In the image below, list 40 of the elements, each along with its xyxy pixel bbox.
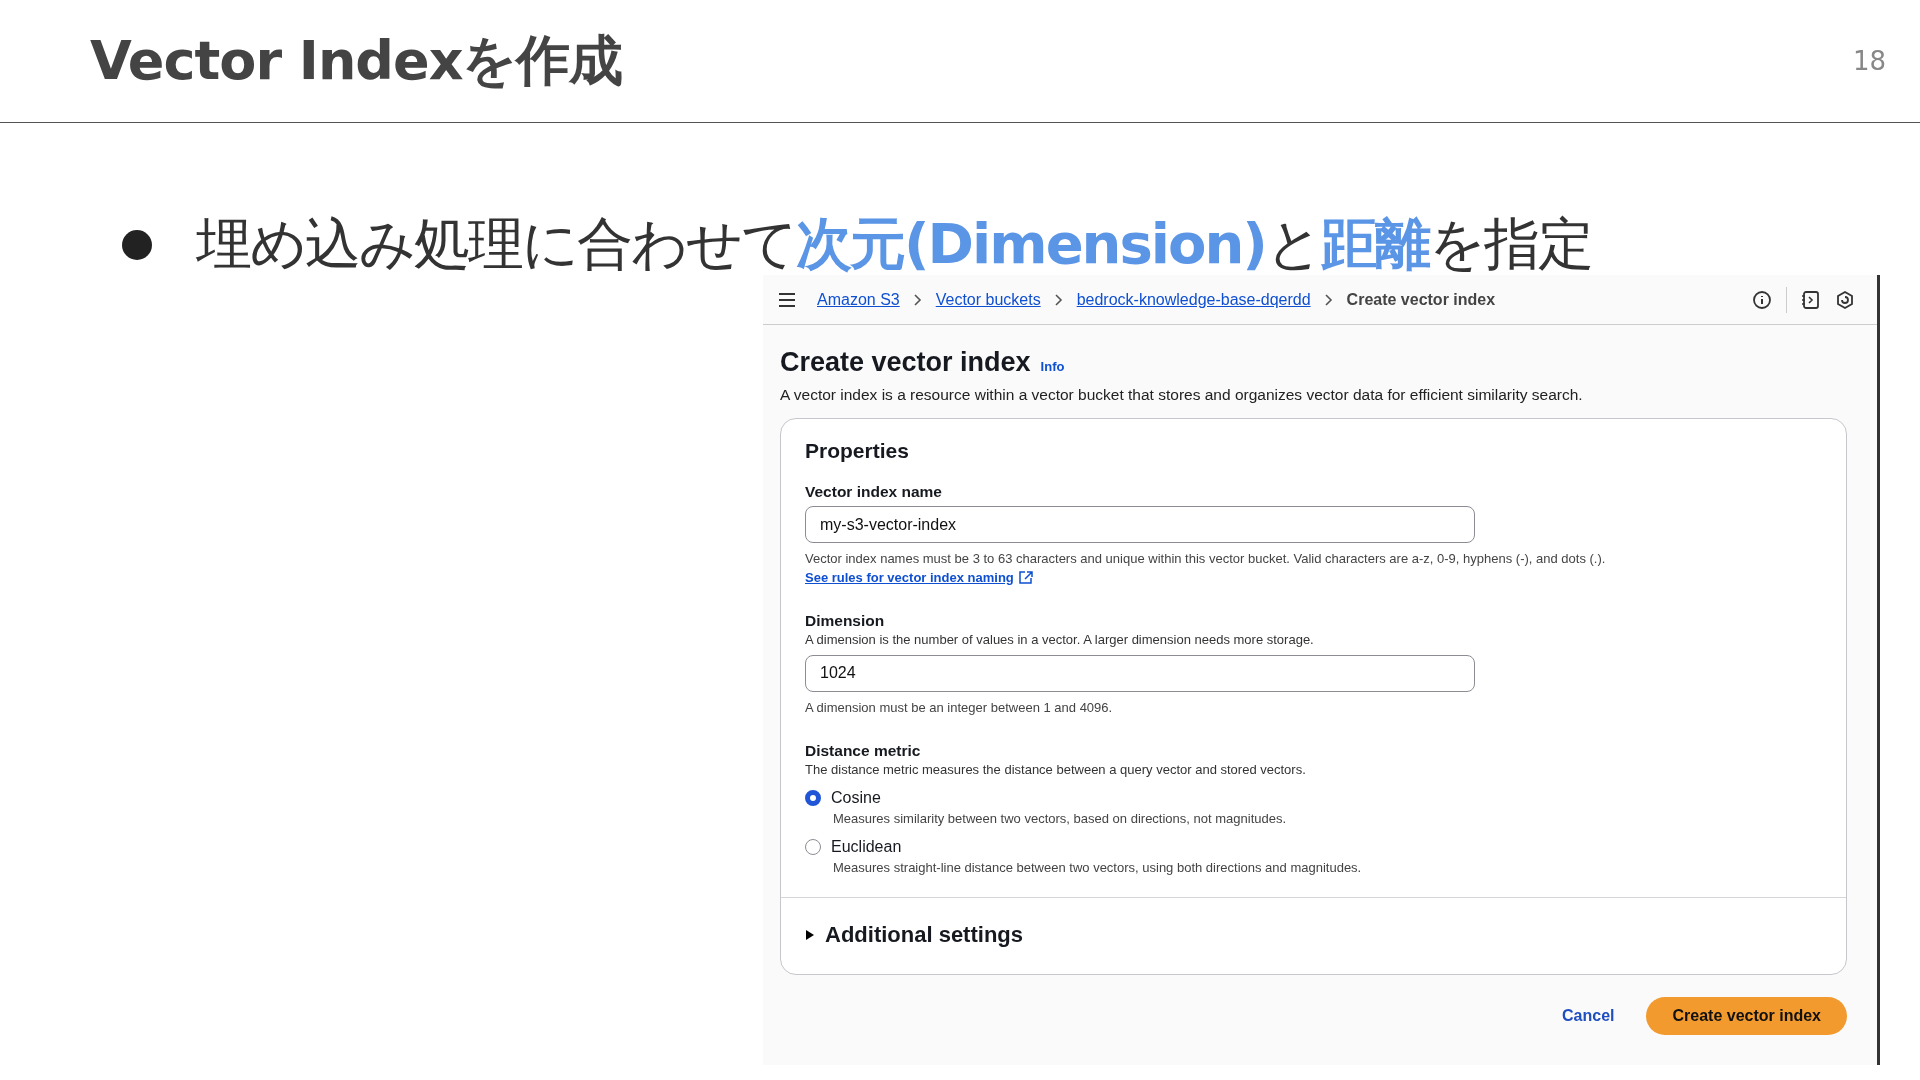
help-text: A dimension must be an integer between 1 and 4096. xyxy=(805,698,1114,717)
breadcrumb-link[interactable]: Vector buckets xyxy=(935,290,1041,309)
field-description: The distance metric measures the distance between a query vector and stored vectors. xyxy=(805,761,1307,777)
card-title: Properties xyxy=(805,439,910,463)
option-description: Measures straight-line distance between two vectors, using both directions and magnitudes. xyxy=(833,859,1363,875)
chevron-icon xyxy=(1324,293,1333,306)
create-button[interactable]: Create vector index xyxy=(1646,996,1847,1035)
radio-label: Cosine xyxy=(831,788,881,807)
page-number: 18 xyxy=(1852,46,1886,76)
field-label: Vector index name xyxy=(805,483,943,501)
breadcrumb-link[interactable]: Amazon S3 xyxy=(817,290,900,309)
input-field[interactable]: 1024 xyxy=(805,654,1475,692)
menu-icon[interactable] xyxy=(779,292,795,307)
hexagon-icon[interactable] xyxy=(1835,289,1855,310)
caret-icon[interactable] xyxy=(805,928,815,941)
option-description: Measures similarity between two vectors, based on directions, not magnitudes. xyxy=(833,810,1288,826)
bullet-icon xyxy=(122,230,152,260)
breadcrumb-current: Create vector index xyxy=(1346,290,1496,309)
info-link[interactable]: Info xyxy=(1040,359,1065,374)
slide-title: Vector Indexを作成 xyxy=(90,27,623,94)
chevron-icon xyxy=(1054,293,1063,306)
field-description: A dimension is the number of values in a vector. A larger dimension needs more storage. xyxy=(805,631,1315,647)
bullet-text: 埋め込み処理に合わせて次元(Dimension)と距離を指定 xyxy=(196,210,1592,278)
page-description: A vector index is a resource within a vector bucket that stores and organizes vector data for efficient similarity search. xyxy=(780,386,1584,404)
field-label: Distance metric xyxy=(805,741,922,760)
radio-button[interactable] xyxy=(805,838,821,855)
input-field[interactable]: my-s3-vector-index xyxy=(805,506,1475,543)
radio-label: Euclidean xyxy=(831,837,902,856)
page-heading: Create vector index xyxy=(780,347,1031,378)
cancel-button[interactable]: Cancel xyxy=(1558,998,1619,1033)
help-text: Vector index names must be 3 to 63 characters and unique within this vector bucket. Valid characters are a-z, 0-9, hyphens (-), and dots (.). See rules for vector index naming xyxy=(805,550,1607,587)
field-label: Dimension xyxy=(805,611,886,630)
rules-link[interactable]: See rules for vector index naming xyxy=(805,569,1033,585)
panel-icon[interactable] xyxy=(1801,289,1821,310)
external-link-icon xyxy=(1018,570,1033,584)
radio-button[interactable] xyxy=(805,789,821,806)
info-icon[interactable] xyxy=(1752,289,1772,310)
section-toggle[interactable]: Additional settings xyxy=(825,921,1023,948)
breadcrumb-link[interactable]: bedrock-knowledge-base-dqerdd xyxy=(1076,290,1311,309)
chevron-icon xyxy=(913,293,922,306)
